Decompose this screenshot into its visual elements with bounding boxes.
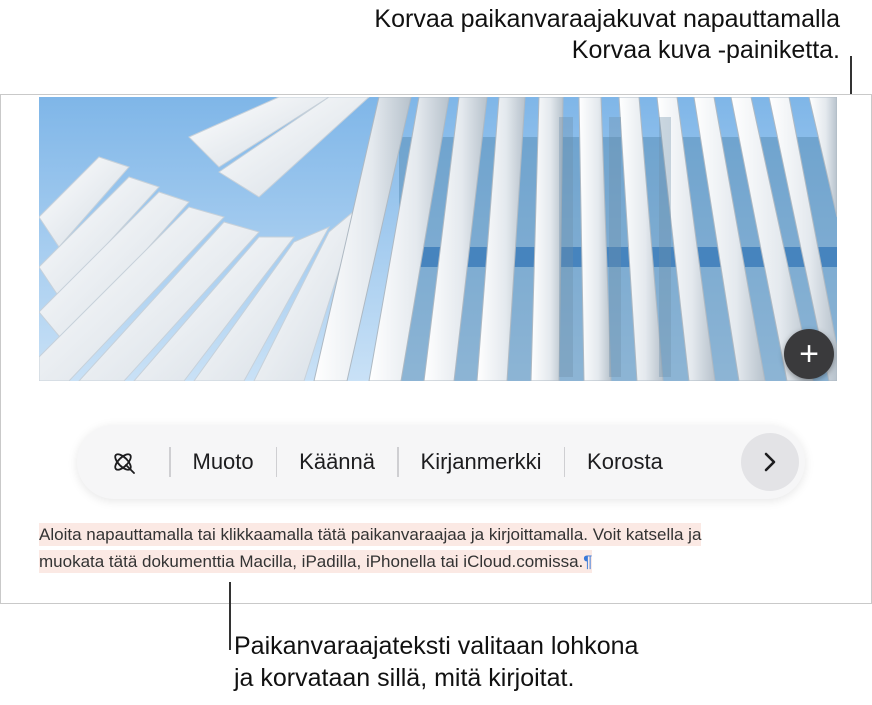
callout-placeholder-text: Paikanvaraajateksti valitaan lohkona ja … — [234, 630, 638, 694]
writing-tools-icon — [114, 453, 135, 474]
pilcrow-mark: ¶ — [583, 552, 593, 571]
plus-icon: + — [799, 335, 819, 373]
placeholder-text-line-1: Aloita napauttamalla tai klikkaamalla tä… — [39, 523, 702, 546]
placeholder-text-line-2-text: muokata tätä dokumenttia Macilla, iPadil… — [39, 552, 584, 571]
placeholder-image[interactable]: + — [39, 97, 837, 381]
callout-replace-image: Korvaa paikanvaraajakuvat napauttamalla … — [374, 4, 840, 66]
document-page: + Muoto Käännä Kirjanmerkki Korosta Aloi… — [0, 94, 872, 604]
callout-top-line-1: Korvaa paikanvaraajakuvat napauttamalla — [374, 5, 840, 33]
architecture-photo — [39, 97, 837, 381]
writing-tools-button[interactable] — [77, 425, 169, 499]
callout-bottom-line-1: Paikanvaraajateksti valitaan lohkona — [234, 632, 639, 660]
callout-bottom-leader — [229, 582, 231, 650]
toolbar-item-translate[interactable]: Käännä — [277, 425, 397, 499]
text-selection-toolbar: Muoto Käännä Kirjanmerkki Korosta — [77, 425, 805, 499]
chevron-right-icon — [764, 452, 776, 472]
toolbar-item-bookmark[interactable]: Kirjanmerkki — [399, 425, 564, 499]
toolbar-item-format[interactable]: Muoto — [171, 425, 276, 499]
placeholder-paragraph[interactable]: Aloita napauttamalla tai klikkaamalla tä… — [39, 521, 779, 575]
replace-image-button[interactable]: + — [784, 329, 834, 379]
toolbar-item-highlight[interactable]: Korosta — [565, 425, 685, 499]
callout-bottom-line-2: ja korvataan sillä, mitä kirjoitat. — [234, 664, 575, 692]
toolbar-next-button[interactable] — [741, 433, 799, 491]
callout-top-line-2: Korvaa kuva -painiketta. — [571, 36, 840, 64]
placeholder-text-line-2: muokata tätä dokumenttia Macilla, iPadil… — [39, 550, 593, 573]
